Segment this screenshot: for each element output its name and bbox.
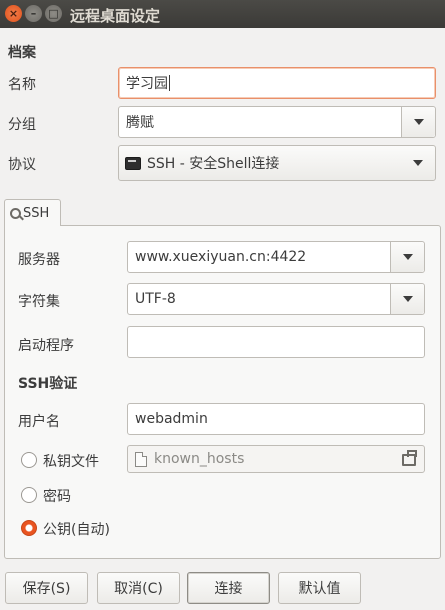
charset-combo[interactable]: UTF-8 xyxy=(127,283,425,315)
group-combo-value: 腾赋 xyxy=(126,115,154,131)
maximize-window-button[interactable]: □ xyxy=(45,5,62,22)
close-window-button[interactable]: × xyxy=(5,5,22,22)
server-label: 服务器 xyxy=(18,252,60,268)
name-label: 名称 xyxy=(8,77,36,93)
server-dropdown-button[interactable] xyxy=(390,242,424,272)
chevron-down-icon xyxy=(402,254,413,260)
auth-public-key-label[interactable]: 公钥(自动) xyxy=(43,519,110,539)
username-input[interactable]: webadmin xyxy=(127,403,425,435)
protocol-arrow xyxy=(413,160,423,166)
file-icon xyxy=(135,451,147,467)
text-caret xyxy=(169,75,170,91)
save-button[interactable]: 保存(S) xyxy=(5,572,88,604)
charset-combo-value: UTF-8 xyxy=(135,291,176,307)
startup-input[interactable] xyxy=(127,326,425,358)
chevron-down-icon xyxy=(413,160,423,166)
username-label: 用户名 xyxy=(18,414,60,430)
auth-password-label[interactable]: 密码 xyxy=(43,486,71,506)
auth-public-key-radio[interactable] xyxy=(21,520,37,536)
server-combo[interactable]: www.xuexiyuan.cn:4422 xyxy=(127,241,425,273)
profile-section-title: 档案 xyxy=(8,45,36,61)
username-input-value: webadmin xyxy=(135,411,208,427)
group-dropdown-button[interactable] xyxy=(401,107,435,137)
key-icon xyxy=(10,207,21,219)
charset-label: 字符集 xyxy=(18,294,60,310)
connect-button[interactable]: 连接 xyxy=(187,572,270,604)
group-combo[interactable]: 腾赋 xyxy=(118,106,436,138)
auth-private-key-label[interactable]: 私钥文件 xyxy=(43,451,99,471)
private-key-file-chooser[interactable]: known_hosts xyxy=(127,445,425,473)
protocol-select[interactable]: SSH - 安全Shell连接 xyxy=(118,145,436,181)
group-label: 分组 xyxy=(8,117,36,133)
window-title: 远程桌面设定 xyxy=(70,7,161,25)
title-bar: × – □ 远程桌面设定 xyxy=(0,0,445,28)
name-input-value: 学习园 xyxy=(126,76,168,92)
protocol-label: 协议 xyxy=(8,157,36,173)
default-button[interactable]: 默认值 xyxy=(278,572,361,604)
tab-ssh-label: SSH xyxy=(23,205,50,221)
chevron-down-icon xyxy=(413,119,424,125)
auth-private-key-radio[interactable] xyxy=(21,452,37,468)
protocol-select-value: SSH - 安全Shell连接 xyxy=(147,156,280,172)
ssh-auth-title: SSH验证 xyxy=(18,376,78,392)
chevron-down-icon xyxy=(402,296,413,302)
cancel-button[interactable]: 取消(C) xyxy=(97,572,180,604)
minimize-window-button[interactable]: – xyxy=(25,5,42,22)
folder-open-icon[interactable] xyxy=(402,450,417,466)
auth-password-radio[interactable] xyxy=(21,487,37,503)
startup-label: 启动程序 xyxy=(18,338,74,354)
private-key-file-value: known_hosts xyxy=(154,451,245,467)
server-combo-value: www.xuexiyuan.cn:4422 xyxy=(135,249,307,265)
terminal-icon xyxy=(125,156,141,170)
tab-ssh[interactable]: SSH xyxy=(4,199,61,226)
charset-dropdown-button[interactable] xyxy=(390,284,424,314)
name-input[interactable]: 学习园 xyxy=(118,67,436,99)
